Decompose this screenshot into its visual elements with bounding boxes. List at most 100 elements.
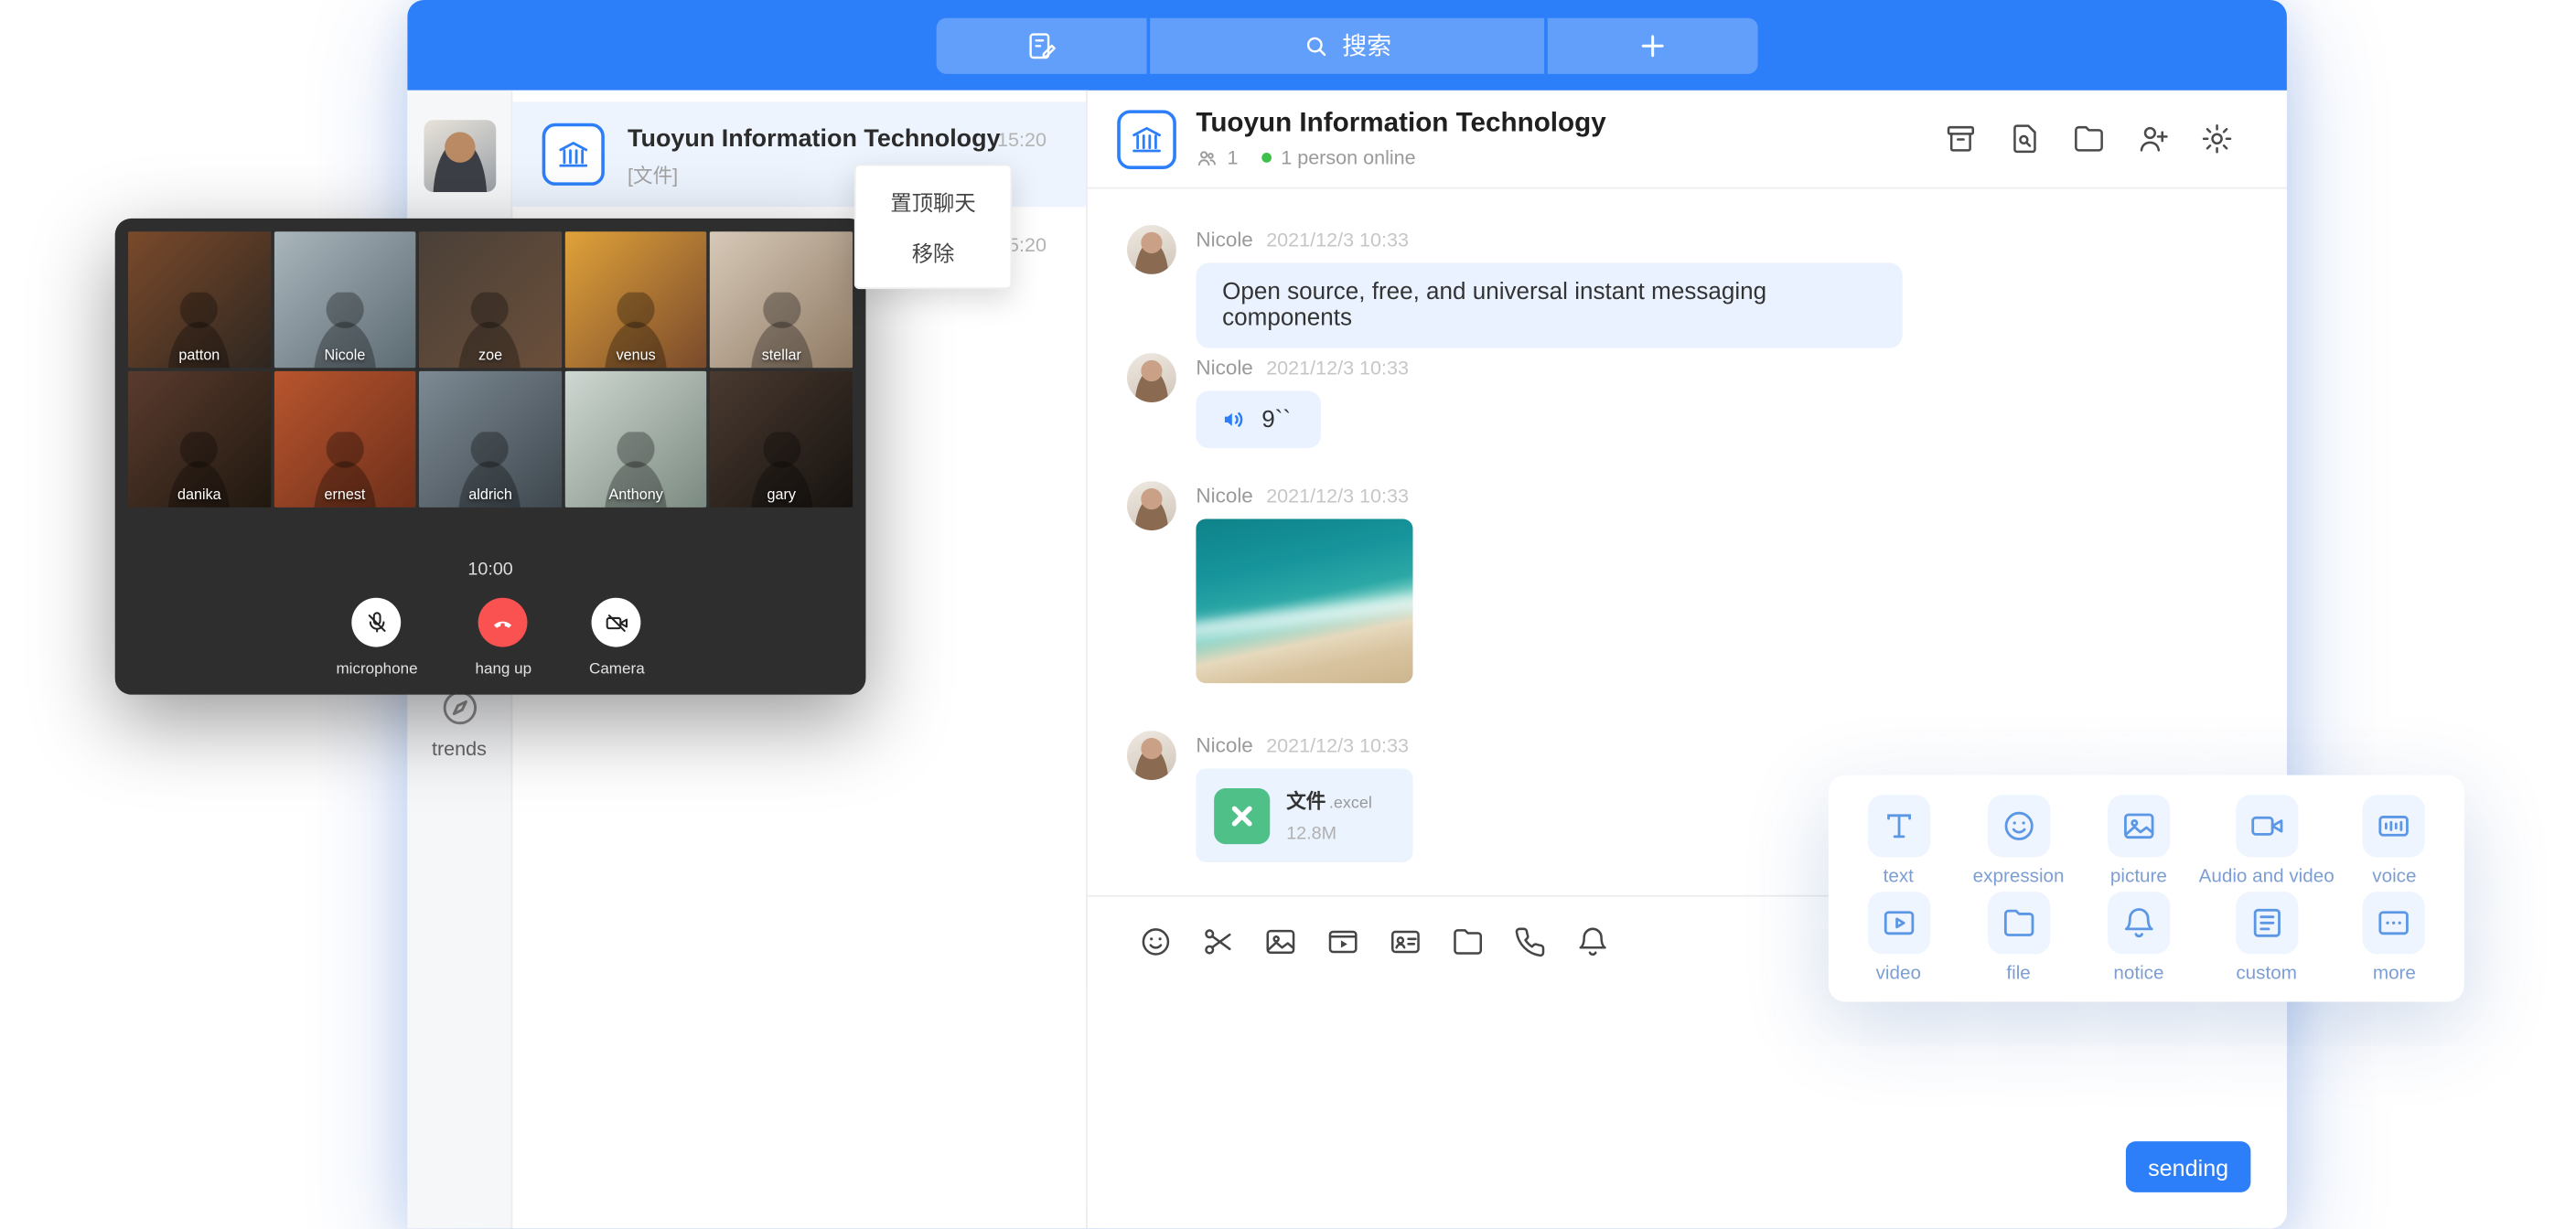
context-menu-pin-chat[interactable]: 置顶聊天 [856,176,1011,227]
message-text: Nicole 2021/12/3 10:33 Open source, free… [1127,225,1903,348]
camera-toggle-button[interactable] [592,598,641,647]
attachment-option-audio-video[interactable]: Audio and video [2199,792,2334,889]
participant-tile: gary [711,371,853,508]
emoji-button[interactable] [1139,924,1174,958]
picture-icon [2108,794,2170,856]
message-author: Nicole [1196,485,1252,508]
chat-header-actions [1944,122,2235,156]
call-button[interactable] [1513,924,1548,958]
participant-tile: venus [564,231,707,368]
plus-icon [1637,28,1669,61]
participant-name: zoe [419,347,562,363]
member-count: 1 [1228,146,1239,169]
attachment-option-text[interactable]: text [1839,792,1959,889]
screenshot-button[interactable] [1201,924,1236,958]
group-files-button[interactable] [2072,122,2107,156]
attachment-option-custom[interactable]: custom [2199,889,2334,986]
avatar[interactable] [1127,225,1176,274]
mic-muted-icon [365,610,390,635]
smiley-icon [1987,794,2049,856]
bell-icon [2108,891,2170,953]
attachment-option-file[interactable]: file [1959,889,2078,986]
folder-icon [2072,122,2107,156]
chat-header: Tuoyun Information Technology 1 1 person… [1088,91,2287,189]
attachment-option-expression[interactable]: expression [1959,792,2078,889]
chat-group-avatar [1117,109,1176,168]
participant-tile: aldrich [419,371,562,508]
online-status: 1 person online [1281,146,1415,169]
send-image-button[interactable] [1263,924,1298,958]
person-add-icon [2136,122,2171,156]
conversation-title: Tuoyun Information Technology [628,124,1001,153]
message-image: Nicole 2021/12/3 10:33 [1127,481,1412,683]
context-menu: 置顶聊天 移除 [854,165,1012,289]
message-time: 2021/12/3 10:33 [1266,229,1409,251]
chat-title: Tuoyun Information Technology [1196,109,1924,140]
building-icon [555,136,592,173]
new-note-button[interactable] [937,17,1147,73]
camcorder-icon [2236,794,2298,856]
send-card-button[interactable] [1389,924,1423,958]
participant-name: patton [128,347,271,363]
page: 搜索 [0,0,2576,1229]
message-author: Nicole [1196,357,1252,379]
sidebar-item-trends[interactable]: trends [407,687,510,761]
attachment-option-more[interactable]: more [2334,889,2454,986]
conversation-time: 15:20 [997,128,1046,151]
search-input[interactable]: 搜索 [1150,17,1544,73]
add-button[interactable] [1548,17,1758,73]
message-author: Nicole [1196,734,1252,757]
attachment-option-video[interactable]: video [1839,889,1959,986]
participant-name: ernest [274,486,416,503]
image-attachment[interactable] [1196,519,1412,684]
attachment-option-picture[interactable]: picture [2078,792,2198,889]
archive-icon [1944,122,1979,156]
video-call-overlay: patton Nicole zoe venus stellar danika e… [115,219,866,695]
add-member-button[interactable] [2136,122,2171,156]
send-video-button[interactable] [1326,924,1360,958]
file-attachment[interactable]: 文件.excel 12.8M [1196,768,1412,861]
send-file-button[interactable] [1451,924,1486,958]
phone-icon [1513,924,1548,958]
bell-icon [1575,924,1610,958]
notice-button[interactable] [1575,924,1610,958]
microphone-toggle-button[interactable] [352,598,402,647]
design-canvas: 搜索 [0,0,2576,1228]
call-timer: 10:00 [467,560,512,580]
hang-up-icon [490,609,517,636]
note-edit-icon [1025,28,1058,61]
document-search-icon [2008,122,2043,156]
file-extension: .excel [1329,795,1372,813]
top-bar-controls: 搜索 [937,17,1758,73]
message-input-area[interactable] [1088,986,2287,1229]
participant-name: gary [711,486,853,503]
send-button[interactable]: sending [2126,1141,2250,1192]
group-notice-button[interactable] [1944,122,1979,156]
attachment-option-voice[interactable]: voice [2334,792,2454,889]
context-menu-remove[interactable]: 移除 [856,227,1011,278]
gear-icon [2200,122,2235,156]
my-avatar[interactable] [423,120,495,192]
avatar[interactable] [1127,353,1176,402]
chat-history-button[interactable] [2008,122,2043,156]
participant-name: Nicole [274,347,416,363]
chat-panel: Tuoyun Information Technology 1 1 person… [1088,91,2287,1229]
avatar[interactable] [1127,481,1176,530]
message-time: 2021/12/3 10:33 [1266,357,1409,379]
avatar[interactable] [1127,731,1176,780]
settings-button[interactable] [2200,122,2235,156]
id-card-icon [1389,924,1423,958]
hang-up-button[interactable] [478,598,528,647]
attachment-option-notice[interactable]: notice [2078,889,2198,986]
excel-file-icon [1214,787,1270,843]
attachment-panel: text expression picture [1829,775,2464,1002]
hang-up-label: hang up [475,660,531,679]
camera-label: Camera [589,660,645,679]
participant-tile: danika [128,371,271,508]
camera-off-icon [605,610,629,635]
text-bubble: Open source, free, and universal instant… [1196,262,1902,347]
building-icon [1129,121,1165,157]
participant-tile: patton [128,231,271,368]
voice-bubble[interactable]: 9`` [1196,390,1320,448]
file-name: 文件 [1286,790,1326,813]
